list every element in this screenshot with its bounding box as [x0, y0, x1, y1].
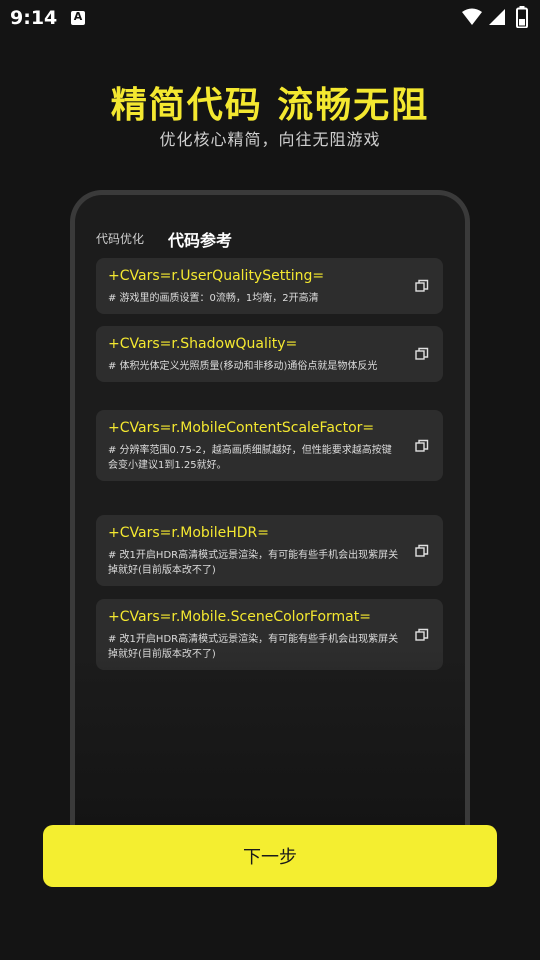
page-title: 精简代码 流畅无阻 [110, 85, 430, 126]
code-card-title: +CVars=r.MobileContentScaleFactor= [108, 420, 375, 436]
code-card: +CVars=r.UserQualitySetting= # 游戏里的画质设置：… [96, 258, 443, 314]
copy-icon[interactable] [415, 439, 429, 453]
code-card: +CVars=r.ShadowQuality= # 体积光体定义光照质量(移动和… [96, 326, 443, 382]
battery-icon [516, 6, 528, 28]
code-card-desc: # 分辨率范围0.75-2，越高画质细腻越好，但性能要求越高按键会变小建议1到1… [108, 445, 392, 471]
phone-fade-overlay [75, 650, 465, 830]
code-card: +CVars=r.MobileHDR= # 改1开启HDR高清模式远景渲染，有可… [96, 515, 443, 586]
copy-icon[interactable] [415, 279, 429, 293]
page-subtitle: 优化核心精简，向往无阻游戏 [159, 130, 381, 149]
notification-a-icon: A [71, 10, 85, 25]
code-card-title: +CVars=r.MobileHDR= [108, 525, 269, 541]
tab-code-optimize[interactable]: 代码优化 [96, 230, 144, 247]
code-card-title: +CVars=r.Mobile.SceneColorFormat= [108, 609, 371, 625]
code-card-desc: # 游戏里的画质设置：0流畅，1均衡，2开高清 [108, 293, 319, 304]
tab-code-reference[interactable]: 代码参考 [168, 227, 232, 251]
copy-icon[interactable] [415, 544, 429, 558]
code-card-title: +CVars=r.UserQualitySetting= [108, 268, 325, 284]
code-card-desc: # 改1开启HDR高清模式远景渲染，有可能有些手机会出现紫屏关掉就好(目前版本改… [108, 550, 399, 576]
phone-mockup: 代码优化 代码参考 +CVars=r.UserQualitySetting= #… [70, 190, 470, 830]
code-card-title: +CVars=r.ShadowQuality= [108, 336, 298, 352]
cell-signal-icon [489, 9, 505, 25]
copy-icon[interactable] [415, 628, 429, 642]
code-card: +CVars=r.MobileContentScaleFactor= # 分辨率… [96, 410, 443, 481]
status-bar: 9:14 A [0, 0, 540, 38]
code-card-desc: # 体积光体定义光照质量(移动和非移动)通俗点就是物体反光 [108, 361, 378, 372]
copy-icon[interactable] [415, 347, 429, 361]
screen: 9:14 A 精简代码 流畅无阻 优化核心精简，向往无阻游戏 代码优化 代码参考… [0, 0, 540, 960]
status-time: 9:14 [10, 7, 58, 29]
wifi-icon [462, 8, 482, 25]
next-step-button[interactable]: 下一步 [43, 825, 497, 887]
notification-a-icon-letter: A [73, 10, 83, 23]
